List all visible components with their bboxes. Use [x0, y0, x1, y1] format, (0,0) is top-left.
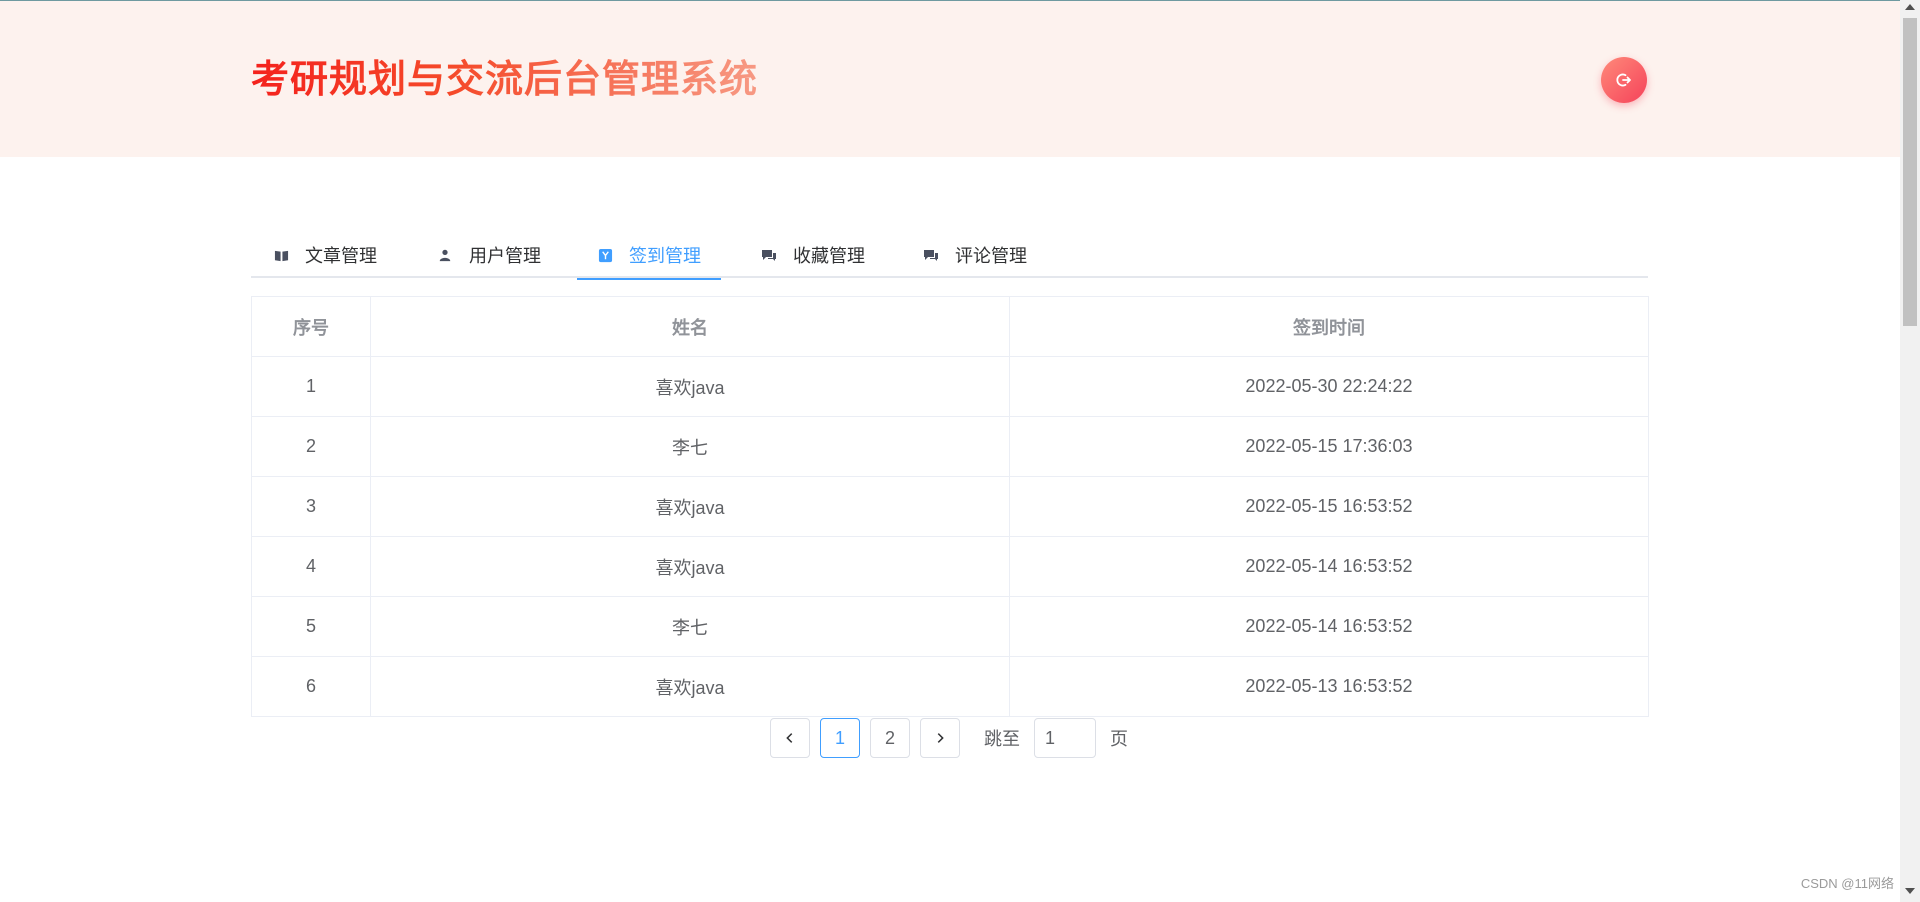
- pagination: 1 2 跳至 页: [770, 718, 1128, 758]
- tab-comments-label: 评论管理: [955, 246, 1027, 266]
- scrollbar-thumb[interactable]: [1903, 18, 1917, 326]
- checkin-icon: [597, 247, 613, 263]
- page-button-1[interactable]: 1: [820, 718, 860, 758]
- app-title: 考研规划与交流后台管理系统: [251, 53, 758, 105]
- page-button-2[interactable]: 2: [870, 718, 910, 758]
- cell-index: 4: [251, 536, 371, 597]
- checkin-table: 序号 姓名 签到时间 1 喜欢java 2022-05-30 22:24:22 …: [251, 296, 1649, 717]
- tab-users-label: 用户管理: [469, 246, 541, 266]
- prev-page-button[interactable]: [770, 718, 810, 758]
- tab-favorites-label: 收藏管理: [793, 246, 865, 266]
- tab-favorites[interactable]: 收藏管理: [761, 232, 865, 278]
- user-icon: [437, 247, 453, 263]
- cell-index: 5: [251, 596, 371, 657]
- tab-bar: 文章管理 用户管理 签到管理 收藏管理 评论管理: [251, 232, 1648, 280]
- table-row: 6 喜欢java 2022-05-13 16:53:52: [251, 656, 1649, 717]
- chevron-right-icon: [937, 733, 944, 743]
- vertical-scrollbar[interactable]: [1900, 0, 1920, 902]
- watermark: CSDN @11网络: [1800, 876, 1894, 891]
- cell-checkin-time: 2022-05-13 16:53:52: [1009, 656, 1649, 717]
- column-header-name: 姓名: [370, 296, 1010, 357]
- column-header-index: 序号: [251, 296, 371, 357]
- tab-comments[interactable]: 评论管理: [923, 232, 1027, 278]
- chevron-left-icon: [786, 733, 793, 743]
- cell-checkin-time: 2022-05-14 16:53:52: [1009, 536, 1649, 597]
- chat-icon: [923, 247, 939, 263]
- table-row: 2 李七 2022-05-15 17:36:03: [251, 416, 1649, 477]
- table-header-row: 序号 姓名 签到时间: [251, 296, 1649, 357]
- jump-label: 跳至: [984, 729, 1020, 749]
- tab-articles-label: 文章管理: [305, 246, 377, 266]
- logout-button[interactable]: [1601, 57, 1647, 103]
- cell-index: 6: [251, 656, 371, 717]
- cell-name: 喜欢java: [370, 536, 1010, 597]
- cell-name: 喜欢java: [370, 656, 1010, 717]
- scroll-up-arrow-icon[interactable]: [1900, 4, 1920, 16]
- cell-checkin-time: 2022-05-14 16:53:52: [1009, 596, 1649, 657]
- tab-articles[interactable]: 文章管理: [273, 232, 377, 278]
- scroll-down-arrow-icon[interactable]: [1900, 888, 1920, 900]
- tab-checkin-label: 签到管理: [629, 246, 701, 266]
- cell-checkin-time: 2022-05-30 22:24:22: [1009, 356, 1649, 417]
- jump-page-input[interactable]: [1034, 718, 1096, 758]
- cell-name: 李七: [370, 596, 1010, 657]
- table-row: 4 喜欢java 2022-05-14 16:53:52: [251, 536, 1649, 597]
- header: 考研规划与交流后台管理系统: [0, 1, 1900, 157]
- next-page-button[interactable]: [920, 718, 960, 758]
- cell-index: 2: [251, 416, 371, 477]
- logout-icon: [1616, 73, 1631, 87]
- cell-index: 1: [251, 356, 371, 417]
- tab-checkin[interactable]: 签到管理: [577, 232, 721, 280]
- column-header-checkin-time: 签到时间: [1009, 296, 1649, 357]
- cell-index: 3: [251, 476, 371, 537]
- table-row: 5 李七 2022-05-14 16:53:52: [251, 596, 1649, 657]
- chat-icon: [761, 247, 777, 263]
- cell-name: 李七: [370, 416, 1010, 477]
- cell-name: 喜欢java: [370, 476, 1010, 537]
- page-unit-label: 页: [1110, 729, 1128, 749]
- cell-checkin-time: 2022-05-15 17:36:03: [1009, 416, 1649, 477]
- cell-checkin-time: 2022-05-15 16:53:52: [1009, 476, 1649, 537]
- book-icon: [273, 247, 289, 263]
- cell-name: 喜欢java: [370, 356, 1010, 417]
- table-row: 1 喜欢java 2022-05-30 22:24:22: [251, 356, 1649, 417]
- table-row: 3 喜欢java 2022-05-15 16:53:52: [251, 476, 1649, 537]
- tab-users[interactable]: 用户管理: [437, 232, 541, 278]
